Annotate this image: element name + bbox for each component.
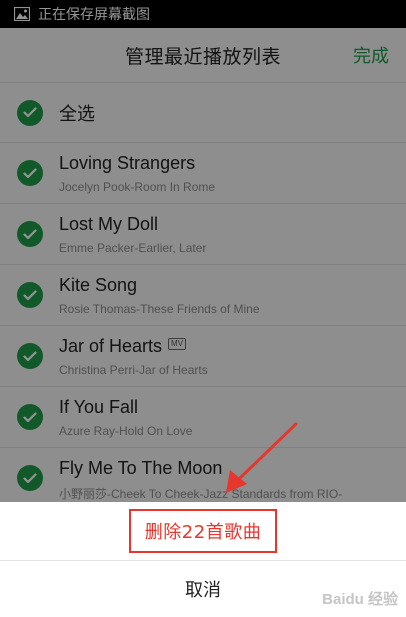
song-title: Fly Me To The Moon — [59, 458, 223, 478]
list-item[interactable]: Kite Song Rosie Thomas-These Friends of … — [0, 265, 406, 326]
status-text: 正在保存屏幕截图 — [38, 7, 150, 23]
song-subtitle: Christina Perri-Jar of Hearts — [59, 363, 208, 377]
list-item[interactable]: Lost My Doll Emme Packer-Earlier, Later — [0, 204, 406, 265]
check-icon[interactable] — [17, 160, 43, 186]
song-subtitle: Jocelyn Pook-Room In Rome — [59, 180, 216, 194]
list-item[interactable]: Loving Strangers Jocelyn Pook-Room In Ro… — [0, 143, 406, 204]
image-icon — [14, 7, 30, 21]
check-icon[interactable] — [17, 465, 43, 491]
list-item[interactable]: Jar of Hearts MV Christina Perri-Jar of H… — [0, 326, 406, 387]
list-item[interactable]: If You Fall Azure Ray-Hold On Love — [0, 387, 406, 448]
delete-button[interactable]: 删除22首歌曲 — [0, 502, 406, 561]
check-icon[interactable] — [17, 99, 43, 126]
select-all-row[interactable]: 全选 — [0, 83, 406, 143]
check-icon[interactable] — [17, 404, 43, 430]
check-icon[interactable] — [17, 343, 43, 369]
song-list: 全选 Loving Strangers Jocelyn Pook-Room In… — [0, 83, 406, 509]
song-title: Kite Song — [59, 275, 138, 295]
song-title: Jar of Hearts MV — [59, 336, 187, 357]
check-icon[interactable] — [17, 282, 43, 308]
song-title-text: Jar of Hearts — [59, 336, 163, 356]
song-title: Lost My Doll — [59, 214, 159, 234]
check-icon[interactable] — [17, 221, 43, 247]
mv-badge: MV — [168, 338, 187, 351]
song-title: If You Fall — [59, 397, 139, 417]
delete-label: 删除22首歌曲 — [128, 509, 278, 553]
select-all-label: 全选 — [59, 104, 95, 125]
song-subtitle: 小野丽莎-Cheek To Cheek-Jazz Standards from … — [59, 487, 343, 501]
song-subtitle: Emme Packer-Earlier, Later — [59, 241, 207, 255]
song-subtitle: Azure Ray-Hold On Love — [59, 424, 193, 438]
song-subtitle: Rosie Thomas-These Friends of Mine — [59, 302, 260, 316]
done-button[interactable]: 完成 — [353, 42, 389, 68]
watermark: Baidu 经验 — [322, 591, 398, 608]
header: 管理最近播放列表 完成 — [0, 28, 406, 83]
list-item[interactable]: Fly Me To The Moon 小野丽莎-Cheek To Cheek-J… — [0, 448, 406, 509]
song-title: Loving Strangers — [59, 153, 196, 173]
page-title: 管理最近播放列表 — [124, 45, 281, 68]
status-bar: 正在保存屏幕截图 — [0, 0, 406, 28]
